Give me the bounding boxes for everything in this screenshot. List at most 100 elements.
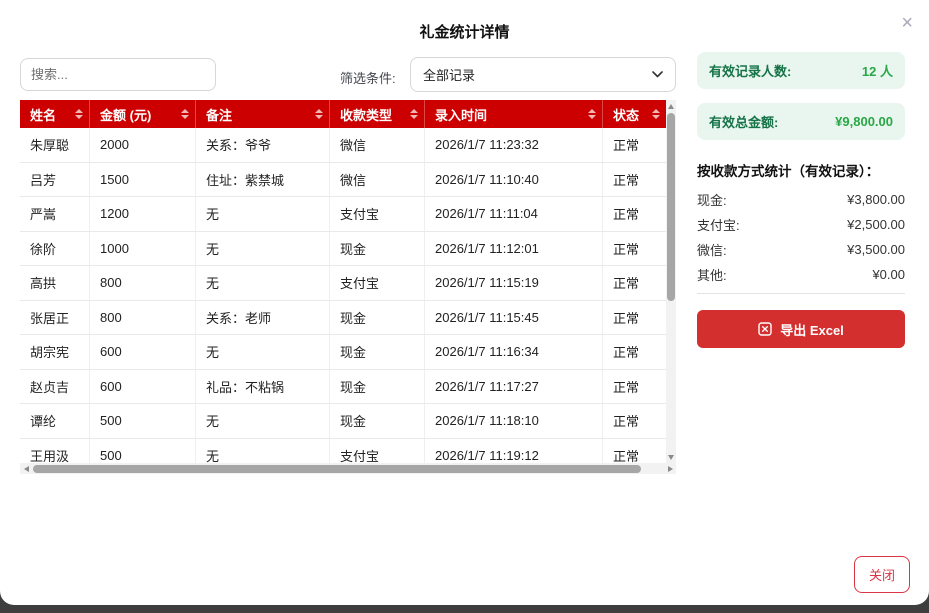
column-label: 姓名 — [30, 105, 56, 124]
scroll-right-icon[interactable] — [664, 463, 676, 474]
method-label: 微信: — [697, 240, 727, 259]
table-header-cell[interactable]: 姓名 — [20, 100, 90, 128]
table-cell: 微信 — [330, 163, 425, 197]
table-row: 谭纶500无现金2026/1/7 11:18:10正常 — [20, 404, 676, 439]
method-stat-row: 现金: ¥3,800.00 — [697, 187, 905, 212]
method-value: ¥3,500.00 — [847, 242, 905, 257]
gift-stats-modal: 礼金统计详情 × 筛选条件: 全部记录 姓名 金额 (元) 备注 收款类型 录入… — [0, 0, 929, 605]
table-cell: 无 — [196, 266, 330, 300]
method-value: ¥3,800.00 — [847, 192, 905, 207]
table-cell: 无 — [196, 232, 330, 266]
column-label: 备注 — [206, 105, 232, 124]
column-label: 金额 (元) — [100, 105, 151, 124]
table-cell: 2026/1/7 11:17:27 — [425, 370, 603, 404]
valid-total-label: 有效总金额: — [709, 112, 778, 131]
table-header-cell[interactable]: 收款类型 — [330, 100, 425, 128]
excel-file-icon — [758, 322, 772, 336]
table-header-cell[interactable]: 录入时间 — [425, 100, 603, 128]
scroll-left-icon[interactable] — [20, 463, 32, 474]
column-label: 状态 — [613, 105, 639, 124]
table-cell: 2026/1/7 11:15:45 — [425, 301, 603, 335]
table-cell: 现金 — [330, 335, 425, 369]
table-cell: 严嵩 — [20, 197, 90, 231]
table-cell: 正常 — [603, 404, 666, 438]
by-method-title: 按收款方式统计（有效记录）： — [697, 160, 917, 180]
close-icon[interactable]: × — [901, 13, 913, 33]
sort-icon — [652, 109, 660, 119]
table-cell: 正常 — [603, 301, 666, 335]
table-cell: 现金 — [330, 301, 425, 335]
table-cell: 2026/1/7 11:12:01 — [425, 232, 603, 266]
table-header-cell[interactable]: 金额 (元) — [90, 100, 196, 128]
table-cell: 支付宝 — [330, 266, 425, 300]
table-cell: 2026/1/7 11:11:04 — [425, 197, 603, 231]
table-cell: 1000 — [90, 232, 196, 266]
table-cell: 住址：紫禁城 — [196, 163, 330, 197]
table-cell: 正常 — [603, 197, 666, 231]
table-cell: 正常 — [603, 266, 666, 300]
table-cell: 1200 — [90, 197, 196, 231]
table-cell: 无 — [196, 404, 330, 438]
records-table: 姓名 金额 (元) 备注 收款类型 录入时间 状态 朱厚聪2000关系：爷爷微信… — [20, 100, 676, 474]
table-cell: 正常 — [603, 128, 666, 162]
sort-icon — [315, 109, 323, 119]
table-header-cell[interactable]: 备注 — [196, 100, 330, 128]
table-cell: 朱厚聪 — [20, 128, 90, 162]
table-cell: 胡宗宪 — [20, 335, 90, 369]
table-row: 徐阶1000无现金2026/1/7 11:12:01正常 — [20, 232, 676, 267]
table-row: 张居正800关系：老师现金2026/1/7 11:15:45正常 — [20, 301, 676, 336]
table-cell: 800 — [90, 266, 196, 300]
column-label: 录入时间 — [435, 105, 487, 124]
valid-total-value: ¥9,800.00 — [835, 114, 893, 129]
table-body: 朱厚聪2000关系：爷爷微信2026/1/7 11:23:32正常吕芳1500住… — [20, 128, 676, 473]
export-excel-label: 导出 Excel — [780, 320, 844, 339]
table-cell: 正常 — [603, 370, 666, 404]
search-input[interactable] — [20, 58, 216, 91]
sort-icon — [410, 109, 418, 119]
table-cell: 2026/1/7 11:18:10 — [425, 404, 603, 438]
valid-count-stat: 有效记录人数: 12 人 — [697, 52, 905, 89]
table-row: 严嵩1200无支付宝2026/1/7 11:11:04正常 — [20, 197, 676, 232]
sort-icon — [181, 109, 189, 119]
export-excel-button[interactable]: 导出 Excel — [697, 310, 905, 348]
table-cell: 2026/1/7 11:15:19 — [425, 266, 603, 300]
vertical-scrollbar-thumb[interactable] — [667, 113, 675, 301]
method-value: ¥2,500.00 — [847, 217, 905, 232]
table-cell: 关系：老师 — [196, 301, 330, 335]
horizontal-scrollbar[interactable] — [20, 463, 676, 474]
valid-count-label: 有效记录人数: — [709, 61, 791, 80]
filter-label: 筛选条件: — [340, 68, 396, 87]
table-cell: 600 — [90, 370, 196, 404]
table-cell: 支付宝 — [330, 197, 425, 231]
table-header-cell[interactable]: 状态 — [603, 100, 666, 128]
table-cell: 1500 — [90, 163, 196, 197]
table-row: 胡宗宪600无现金2026/1/7 11:16:34正常 — [20, 335, 676, 370]
table-cell: 赵贞吉 — [20, 370, 90, 404]
table-row: 赵贞吉600礼品：不粘锅现金2026/1/7 11:17:27正常 — [20, 370, 676, 405]
scroll-up-icon[interactable] — [666, 100, 676, 112]
vertical-scrollbar[interactable] — [666, 100, 676, 463]
method-stat-row: 其他: ¥0.00 — [697, 262, 905, 287]
valid-total-stat: 有效总金额: ¥9,800.00 — [697, 103, 905, 140]
table-cell: 正常 — [603, 163, 666, 197]
table-cell: 500 — [90, 404, 196, 438]
table-cell: 800 — [90, 301, 196, 335]
sort-icon — [75, 109, 83, 119]
close-button[interactable]: 关闭 — [854, 556, 910, 593]
method-stats-list: 现金: ¥3,800.00 支付宝: ¥2,500.00 微信: ¥3,500.… — [697, 187, 905, 287]
table-cell: 谭纶 — [20, 404, 90, 438]
divider — [697, 293, 905, 294]
table-cell: 关系：爷爷 — [196, 128, 330, 162]
scroll-down-icon[interactable] — [666, 451, 676, 463]
table-cell: 无 — [196, 197, 330, 231]
page-title: 礼金统计详情 — [0, 21, 929, 42]
table-cell: 现金 — [330, 232, 425, 266]
table-cell: 礼品：不粘锅 — [196, 370, 330, 404]
horizontal-scrollbar-thumb[interactable] — [33, 465, 641, 473]
table-cell: 现金 — [330, 404, 425, 438]
filter-select[interactable]: 全部记录 — [410, 57, 676, 92]
table-cell: 600 — [90, 335, 196, 369]
method-label: 支付宝: — [697, 215, 740, 234]
filter-selected-value: 全部记录 — [423, 65, 475, 84]
table-cell: 微信 — [330, 128, 425, 162]
